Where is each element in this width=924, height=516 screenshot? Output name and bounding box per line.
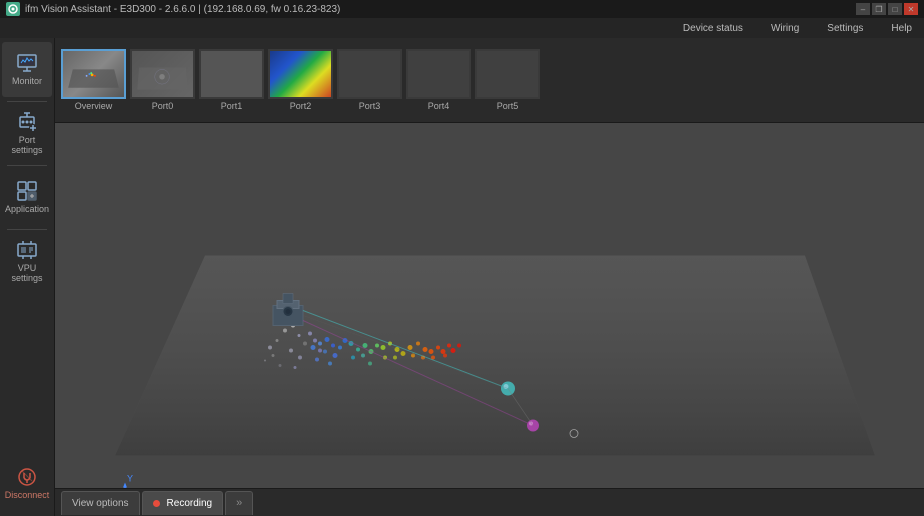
tab-overview[interactable]: Overview	[61, 49, 126, 111]
sidebar-label-port-settings: Port settings	[4, 136, 50, 156]
maximize-button[interactable]: □	[888, 3, 902, 15]
tab-view-options-label: View options	[72, 498, 129, 509]
tab-port1[interactable]: Port1	[199, 49, 264, 111]
menu-help[interactable]: Help	[887, 21, 916, 36]
sidebar-label-disconnect: Disconnect	[5, 491, 50, 501]
viewport[interactable]: Z X Y	[55, 123, 924, 488]
main-content: Overview Port0 Port1 Port2	[55, 38, 924, 516]
sidebar-item-port-settings[interactable]: Port settings	[2, 106, 52, 161]
tab-port0[interactable]: Port0	[130, 49, 195, 111]
tab-port1-thumbnail	[199, 49, 264, 99]
monitor-icon	[16, 52, 38, 74]
title-bar: ifm Vision Assistant - E3D300 - 2.6.6.0 …	[0, 0, 924, 18]
sidebar-divider-2	[7, 165, 47, 166]
sidebar-item-application[interactable]: Application	[2, 170, 52, 225]
bottom-tabs: View options Recording	[55, 488, 924, 516]
tab-recording[interactable]: Recording	[142, 491, 224, 515]
application-icon	[16, 180, 38, 202]
recording-indicator-dot	[153, 500, 160, 507]
tab-port4-label: Port4	[428, 101, 450, 111]
tab-port5-label: Port5	[497, 101, 519, 111]
tab-overview-label: Overview	[75, 101, 113, 111]
menu-settings[interactable]: Settings	[823, 21, 867, 36]
menu-bar: Device status Wiring Settings Help	[0, 18, 924, 38]
svg-text:Y: Y	[127, 474, 133, 484]
tab-port0-thumbnail	[130, 49, 195, 99]
title-bar-left: ifm Vision Assistant - E3D300 - 2.6.6.0 …	[6, 2, 340, 16]
tab-port4[interactable]: Port4	[406, 49, 471, 111]
tab-port5-thumbnail	[475, 49, 540, 99]
sidebar-label-monitor: Monitor	[12, 77, 42, 87]
window-controls[interactable]: – ❐ □ ✕	[856, 3, 918, 15]
tab-port2-thumbnail	[268, 49, 333, 99]
tab-port4-thumbnail	[406, 49, 471, 99]
sidebar-divider-3	[7, 229, 47, 230]
tab-recording-label: Recording	[167, 498, 213, 509]
app-icon	[6, 2, 20, 16]
tab-port0-label: Port0	[152, 101, 174, 111]
close-button[interactable]: ✕	[904, 3, 918, 15]
vpu-settings-icon	[16, 239, 38, 261]
port-settings-icon	[16, 111, 38, 133]
port-tabs: Overview Port0 Port1 Port2	[55, 38, 924, 123]
window-title: ifm Vision Assistant - E3D300 - 2.6.6.0 …	[25, 4, 340, 15]
3d-scene: Z X Y	[55, 123, 924, 488]
tab-port2-label: Port2	[290, 101, 312, 111]
tab-port3[interactable]: Port3	[337, 49, 402, 111]
sidebar-divider-1	[7, 101, 47, 102]
sidebar-label-vpu-settings: VPU settings	[4, 264, 50, 284]
expand-icon	[236, 497, 242, 509]
minimize-button[interactable]: –	[856, 3, 870, 15]
menu-device-status[interactable]: Device status	[679, 21, 747, 36]
tab-port2[interactable]: Port2	[268, 49, 333, 111]
menu-wiring[interactable]: Wiring	[767, 21, 803, 36]
sidebar-bottom: Disconnect	[0, 456, 54, 511]
sidebar-item-disconnect[interactable]: Disconnect	[2, 456, 52, 511]
tab-port1-label: Port1	[221, 101, 243, 111]
sidebar: Monitor Port settings	[0, 38, 55, 516]
sidebar-label-application: Application	[5, 205, 49, 215]
tab-expand[interactable]	[225, 491, 253, 515]
tab-port3-thumbnail	[337, 49, 402, 99]
tab-view-options[interactable]: View options	[61, 491, 140, 515]
restore-button[interactable]: ❐	[872, 3, 886, 15]
sidebar-item-vpu-settings[interactable]: VPU settings	[2, 234, 52, 289]
tab-overview-thumbnail	[61, 49, 126, 99]
sidebar-item-monitor[interactable]: Monitor	[2, 42, 52, 97]
disconnect-icon	[16, 466, 38, 488]
tab-port5[interactable]: Port5	[475, 49, 540, 111]
tab-port3-label: Port3	[359, 101, 381, 111]
